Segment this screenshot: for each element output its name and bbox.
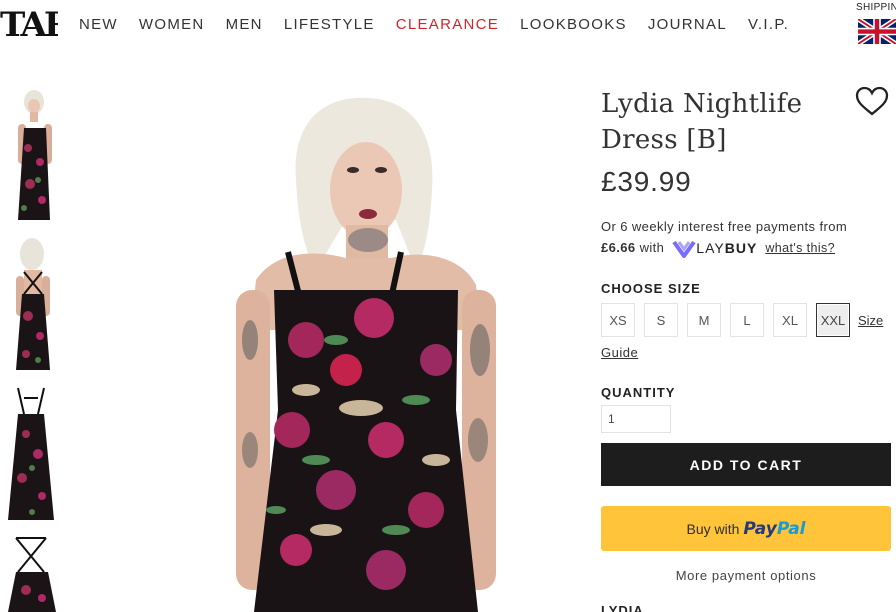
more-payment-options-link[interactable]: More payment options — [601, 568, 891, 583]
size-option-xxl[interactable]: XXL — [816, 303, 850, 338]
size-guide-link-continued[interactable]: Guide — [601, 345, 638, 360]
uk-flag-icon[interactable] — [858, 19, 896, 44]
thumbnail-back[interactable] — [4, 236, 58, 376]
size-selector: XS S M L XL XXL Size — [601, 303, 896, 338]
nav-women[interactable]: WOMEN — [139, 16, 205, 33]
nav-men[interactable]: MEN — [226, 16, 263, 33]
size-option-xl[interactable]: XL — [773, 303, 807, 338]
main-nav: NEW WOMEN MEN LIFESTYLE CLEARANCE LOOKBO… — [79, 16, 810, 33]
description-heading: LYDIA. — [601, 603, 649, 612]
thumbnail-flat-back[interactable] — [4, 532, 58, 612]
shipping-label[interactable]: SHIPPING — [856, 2, 896, 13]
laybuy-installment-info: Or 6 weekly interest free payments from … — [601, 216, 896, 259]
nav-vip[interactable]: V.I.P. — [748, 16, 789, 33]
product-info-panel: Lydia Nightlife Dress [B] £39.99 Or 6 we… — [601, 86, 896, 612]
size-option-xs[interactable]: XS — [601, 303, 635, 338]
paypal-buy-button[interactable]: Buy with PayPal — [601, 506, 891, 552]
quantity-label: QUANTITY — [601, 385, 676, 401]
product-title: Lydia Nightlife Dress [B] — [601, 89, 803, 155]
wishlist-heart-icon[interactable] — [855, 86, 889, 116]
laybuy-brand-bold: BUY — [724, 240, 758, 257]
choose-size-label: CHOOSE SIZE — [601, 281, 701, 297]
size-option-s[interactable]: S — [644, 303, 678, 338]
thumbnail-front[interactable] — [4, 88, 58, 228]
nav-new[interactable]: NEW — [79, 16, 118, 33]
nav-journal[interactable]: JOURNAL — [648, 16, 727, 33]
paypal-logo-pay: Pay — [743, 518, 777, 539]
laybuy-amount: £6.66 — [601, 240, 636, 255]
thumbnail-flat-front[interactable] — [4, 384, 58, 524]
laybuy-heart-icon — [672, 240, 696, 258]
quantity-input[interactable] — [601, 405, 671, 434]
add-to-cart-button[interactable]: ADD TO CART — [601, 443, 891, 487]
laybuy-whats-this-link[interactable]: what's this? — [765, 241, 835, 255]
laybuy-brand-light: LAY — [696, 240, 725, 257]
nav-clearance[interactable]: CLEARANCE — [396, 16, 499, 33]
paypal-buy-label: Buy with — [686, 520, 740, 537]
nav-lifestyle[interactable]: LIFESTYLE — [284, 16, 375, 33]
main-product-image[interactable] — [196, 90, 536, 612]
brand-logo[interactable]: TAR — [0, 6, 58, 44]
product-price: £39.99 — [601, 166, 692, 197]
size-option-l[interactable]: L — [730, 303, 764, 338]
nav-lookbooks[interactable]: LOOKBOOKS — [520, 16, 627, 33]
laybuy-logo: LAYBUY — [672, 238, 757, 259]
paypal-logo: PayPal — [743, 519, 805, 539]
size-guide-link[interactable]: Size — [858, 313, 883, 328]
paypal-logo-pal: Pal — [776, 518, 806, 539]
size-option-m[interactable]: M — [687, 303, 721, 338]
laybuy-with: with — [639, 240, 665, 255]
laybuy-line1: Or 6 weekly interest free payments from — [601, 219, 848, 234]
site-header: TAR NEW WOMEN MEN LIFESTYLE CLEARANCE LO… — [0, 0, 896, 50]
